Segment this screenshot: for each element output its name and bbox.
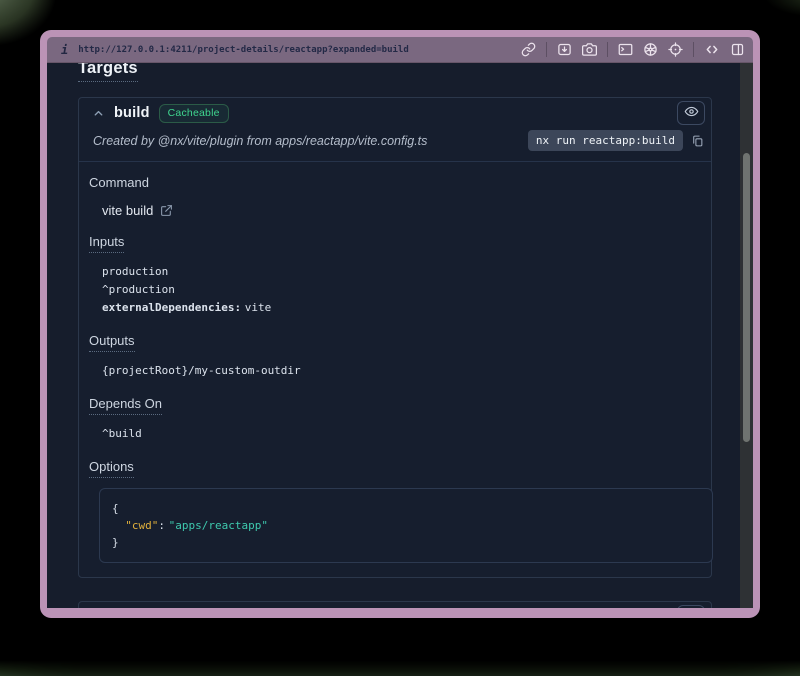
command-text: vite build bbox=[102, 203, 153, 218]
serve-card-header: serve vite serve bbox=[79, 602, 711, 608]
toolbar-divider bbox=[693, 42, 694, 57]
input-item: externalDependencies: vite bbox=[102, 299, 701, 317]
input-key: externalDependencies: bbox=[102, 301, 241, 314]
crosshair-icon[interactable] bbox=[668, 42, 683, 57]
command-label: Command bbox=[89, 175, 149, 191]
project-details-main: Targets build Cacheable bbox=[47, 63, 740, 608]
options-json-box: { "cwd": "apps/reactapp" } bbox=[99, 488, 713, 563]
code-icon[interactable] bbox=[704, 42, 720, 57]
desktop-background: i http://127.0.0.1:4211/project-details/… bbox=[0, 0, 800, 676]
download-icon[interactable] bbox=[557, 42, 572, 57]
json-value: "apps/reactapp" bbox=[169, 519, 268, 532]
titlebar-toolbar bbox=[521, 42, 745, 57]
json-property: "cwd": "apps/reactapp" bbox=[112, 517, 700, 534]
page-title: Targets bbox=[78, 63, 138, 82]
run-command-chip: nx run reactapp:build bbox=[528, 130, 683, 151]
browser-titlebar: i http://127.0.0.1:4211/project-details/… bbox=[47, 37, 753, 63]
page-content: Targets build Cacheable bbox=[47, 63, 753, 608]
outputs-list: {projectRoot}/my-custom-outdir bbox=[89, 362, 701, 380]
target-card-serve: serve vite serve bbox=[78, 601, 712, 608]
input-value: vite bbox=[245, 301, 272, 314]
depends-on-item[interactable]: ^build bbox=[102, 425, 701, 443]
browser-window: i http://127.0.0.1:4211/project-details/… bbox=[40, 30, 760, 618]
input-item: production bbox=[102, 263, 701, 281]
json-key: "cwd" bbox=[125, 519, 158, 532]
cacheable-badge: Cacheable bbox=[159, 104, 229, 123]
inputs-label[interactable]: Inputs bbox=[89, 234, 124, 253]
copy-icon[interactable] bbox=[691, 134, 704, 148]
build-card-subheader: Created by @nx/vite/plugin from apps/rea… bbox=[79, 128, 711, 162]
chevron-up-icon[interactable] bbox=[92, 107, 105, 120]
info-icon: i bbox=[61, 43, 68, 57]
depends-on-label[interactable]: Depends On bbox=[89, 396, 162, 415]
link-icon[interactable] bbox=[521, 42, 536, 57]
json-colon: : bbox=[158, 519, 165, 532]
network-wheel-icon[interactable] bbox=[643, 42, 658, 57]
options-label[interactable]: Options bbox=[89, 459, 134, 478]
scrollbar-thumb[interactable] bbox=[743, 153, 750, 442]
output-item: {projectRoot}/my-custom-outdir bbox=[102, 362, 701, 380]
view-in-graph-button[interactable] bbox=[677, 101, 705, 125]
inputs-list: production ^production externalDependenc… bbox=[89, 263, 701, 317]
toolbar-divider bbox=[546, 42, 547, 57]
json-open-brace: { bbox=[112, 500, 700, 517]
json-close-brace: } bbox=[112, 534, 700, 551]
camera-icon[interactable] bbox=[582, 42, 597, 57]
url-text[interactable]: http://127.0.0.1:4211/project-details/re… bbox=[78, 45, 521, 55]
split-panel-icon[interactable] bbox=[730, 42, 745, 57]
terminal-icon[interactable] bbox=[618, 42, 633, 57]
input-item: ^production bbox=[102, 281, 701, 299]
external-link-icon[interactable] bbox=[160, 204, 173, 217]
scrollbar[interactable] bbox=[740, 63, 753, 608]
created-by-text: Created by @nx/vite/plugin from apps/rea… bbox=[93, 134, 520, 148]
eye-icon bbox=[684, 104, 699, 122]
build-card-body: Command vite build Inputs production ^pr… bbox=[79, 175, 711, 577]
target-name-build[interactable]: build bbox=[114, 105, 150, 121]
toolbar-divider bbox=[607, 42, 608, 57]
outputs-label[interactable]: Outputs bbox=[89, 333, 135, 352]
command-value: vite build bbox=[89, 203, 701, 218]
build-card-header: build Cacheable bbox=[79, 98, 711, 128]
target-card-build: build Cacheable Created by @nx/vite/plug… bbox=[78, 97, 712, 578]
view-in-graph-button[interactable] bbox=[677, 605, 705, 608]
depends-on-list: ^build bbox=[89, 425, 701, 443]
